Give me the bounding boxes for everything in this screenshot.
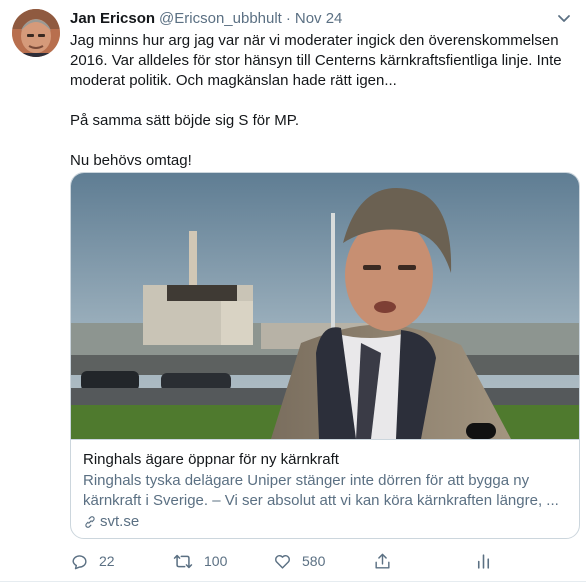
reply-icon	[72, 554, 87, 569]
retweet-button[interactable]: 100	[172, 548, 227, 574]
heart-icon	[275, 554, 290, 569]
link-card[interactable]: Ringhals ägare öppnar för ny kärnkraft R…	[70, 172, 580, 539]
card-body[interactable]: Ringhals ägare öppnar för ny kärnkraft R…	[71, 439, 579, 538]
avatar[interactable]	[12, 9, 60, 57]
share-icon	[375, 553, 390, 569]
analytics-icon	[477, 553, 490, 569]
like-count: 580	[302, 553, 326, 569]
card-domain-label: svt.se	[100, 513, 140, 530]
analytics-button[interactable]	[474, 548, 503, 574]
tweet-text: Jag minns hur arg jag var när vi moderat…	[70, 31, 570, 171]
tweet[interactable]: Jan Ericson @Ericson_ubbhult · Nov 24 Jag m…	[0, 0, 586, 582]
tweet-paragraph: På samma sätt böjde sig S för MP.	[70, 112, 299, 129]
share-button[interactable]	[373, 548, 402, 574]
tweet-paragraph: Jag minns hur arg jag var när vi moderat…	[70, 32, 562, 89]
card-domain[interactable]: svt.se	[83, 512, 567, 532]
card-title[interactable]: Ringhals ägare öppnar för ny kärnkraft	[83, 450, 567, 470]
card-image[interactable]	[71, 173, 579, 439]
avatar-image	[12, 9, 60, 57]
card-description: Ringhals tyska delägare Uniper stänger i…	[83, 472, 559, 509]
retweet-count: 100	[204, 553, 228, 569]
reply-count: 22	[99, 553, 115, 569]
retweet-icon	[173, 554, 193, 568]
action-bar: 22 100 580	[70, 548, 570, 574]
tweet-paragraph: Nu behövs omtag!	[70, 152, 192, 169]
separator-dot: ·	[285, 10, 291, 27]
tweet-date[interactable]: Nov 24	[295, 10, 343, 27]
like-button[interactable]: 580	[273, 548, 325, 574]
author-name[interactable]: Jan Ericson	[70, 10, 155, 27]
chevron-down-icon[interactable]	[552, 6, 576, 30]
author-handle[interactable]: @Ericson_ubbhult	[159, 10, 282, 27]
reply-button[interactable]: 22	[70, 548, 115, 574]
link-icon	[85, 516, 95, 528]
tweet-header: Jan Ericson @Ericson_ubbhult · Nov 24	[70, 10, 342, 28]
